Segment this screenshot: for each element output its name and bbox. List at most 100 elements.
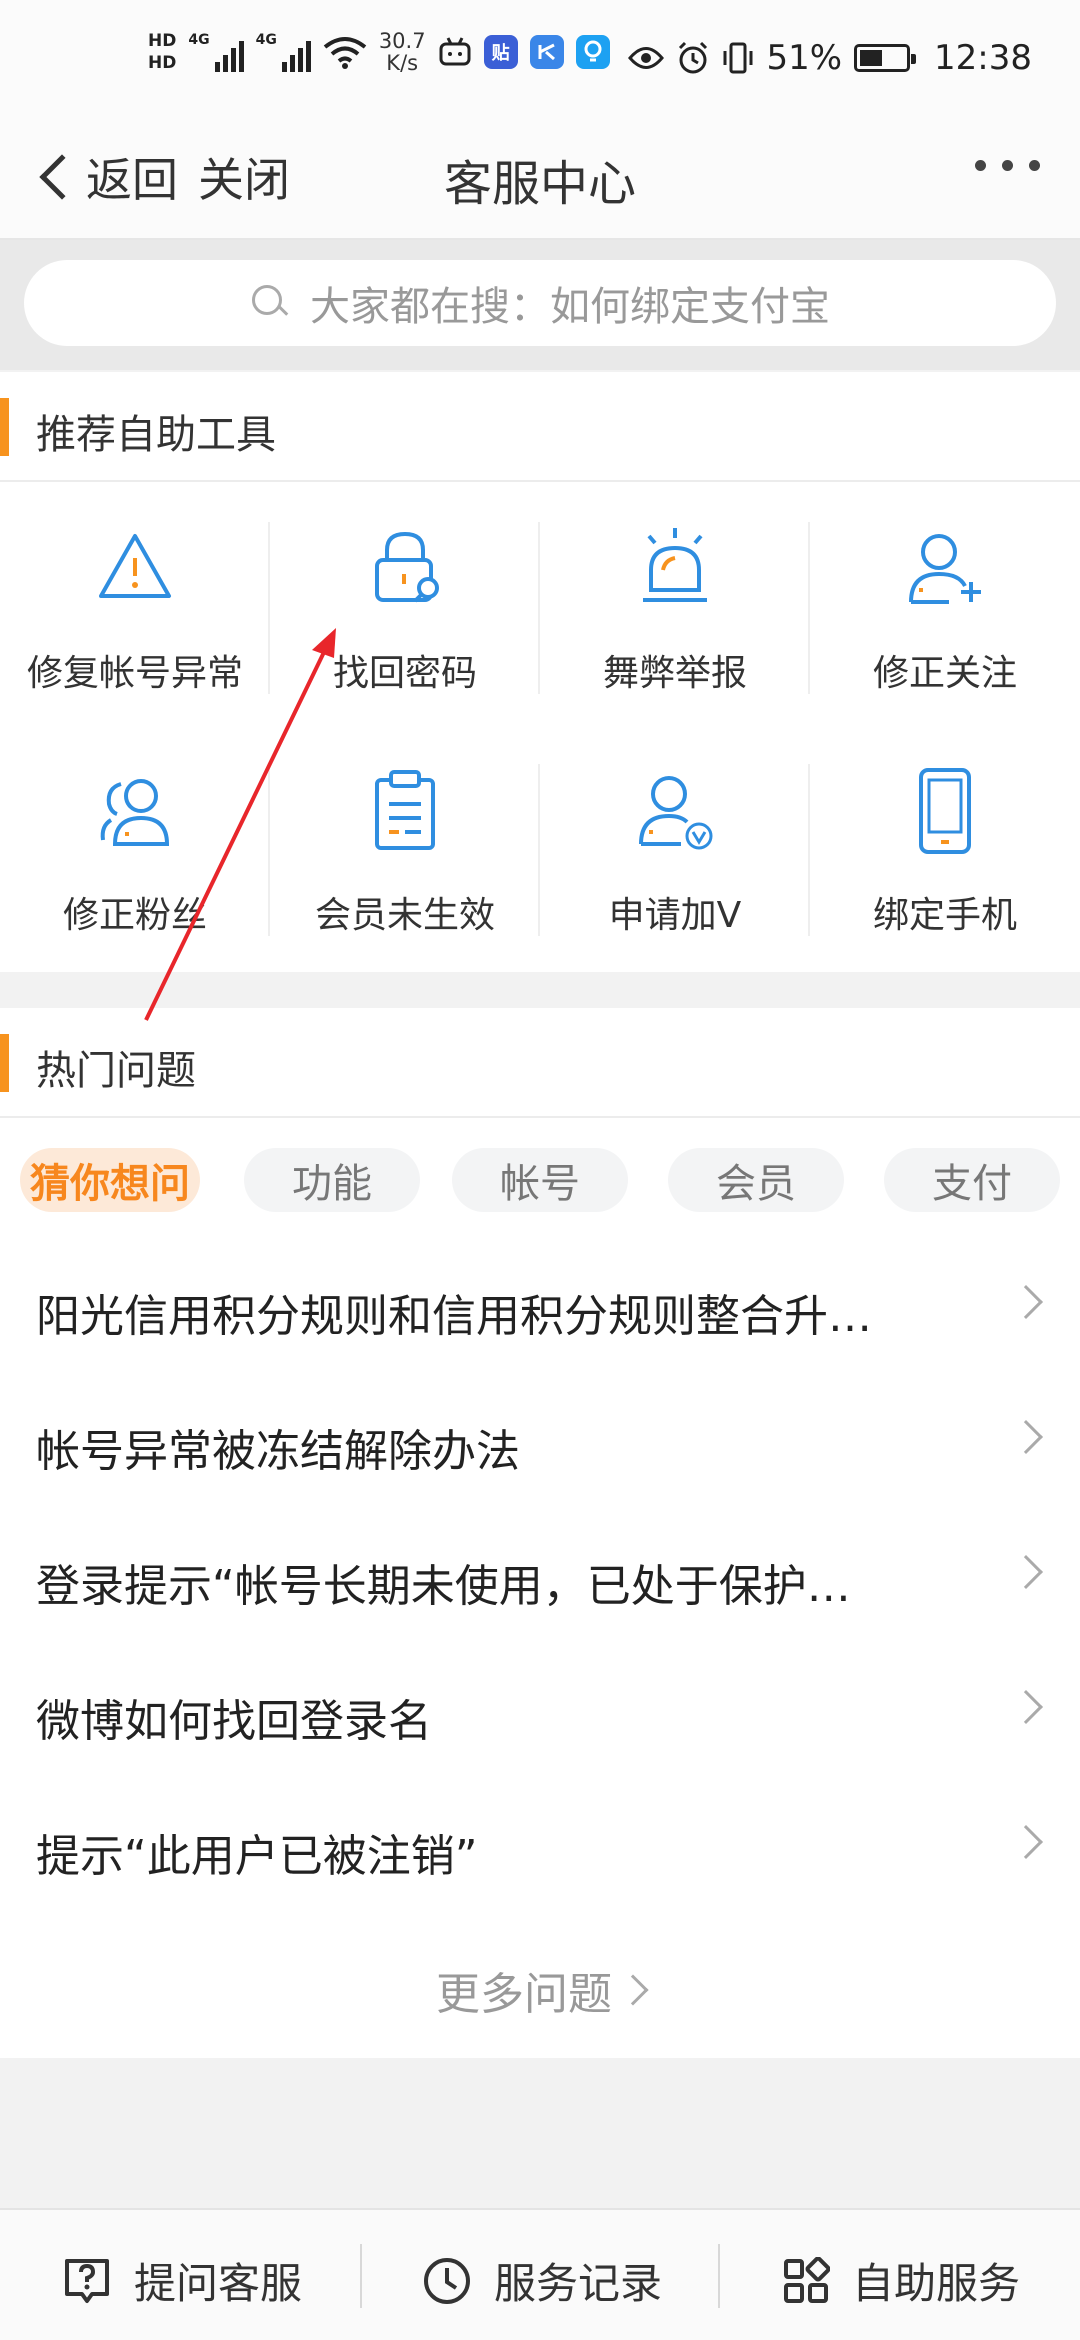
more-dot-icon bbox=[1029, 160, 1040, 171]
question-item[interactable]: 微博如何找回登录名 bbox=[0, 1647, 1080, 1783]
tool-bind-phone[interactable]: 绑定手机 bbox=[810, 744, 1080, 964]
tool-label: 修复帐号异常 bbox=[26, 653, 243, 694]
chevron-right-icon bbox=[1009, 1825, 1043, 1859]
chevron-right-icon bbox=[617, 1974, 649, 2006]
tab-guess[interactable]: 猜你想问 bbox=[20, 1148, 200, 1212]
bottom-tab-bar: 提问客服 服务记录 自助服务 bbox=[0, 2208, 1080, 2340]
user-add-icon bbox=[909, 534, 981, 604]
tab-payment[interactable]: 支付 bbox=[884, 1148, 1060, 1212]
more-dot-icon bbox=[1002, 160, 1013, 171]
chevron-right-icon bbox=[1009, 1690, 1043, 1724]
tool-label: 舞弊举报 bbox=[602, 653, 747, 694]
question-bubble-icon bbox=[65, 2258, 109, 2303]
service-records-button[interactable]: 服务记录 bbox=[422, 2250, 662, 2311]
divider bbox=[718, 2244, 720, 2308]
chevron-right-icon bbox=[1009, 1420, 1043, 1454]
more-questions-link[interactable]: 更多问题 bbox=[0, 1958, 1080, 2022]
tool-label: 修正关注 bbox=[872, 653, 1017, 694]
clock-time: 12:38 bbox=[934, 38, 1032, 78]
speed-unit: K/s bbox=[386, 51, 419, 75]
tab-membership[interactable]: 会员 bbox=[668, 1148, 844, 1212]
divider bbox=[360, 2244, 362, 2308]
section-gap bbox=[0, 972, 1080, 1006]
clipboard-icon bbox=[375, 770, 435, 850]
nav-bar: 返回 关闭 客服中心 bbox=[0, 116, 1080, 240]
service-records-label: 服务记录 bbox=[494, 2259, 663, 2308]
page-title: 客服中心 bbox=[443, 156, 636, 212]
self-service-button[interactable]: 自助服务 bbox=[782, 2250, 1020, 2311]
tool-membership-not-active[interactable]: 会员未生效 bbox=[270, 744, 540, 964]
tool-label: 找回密码 bbox=[332, 653, 477, 694]
question-item[interactable]: 帐号异常被冻结解除办法 bbox=[0, 1377, 1080, 1513]
eye-icon bbox=[628, 47, 665, 69]
tool-label: 申请加V bbox=[608, 895, 742, 936]
tool-fix-account[interactable]: 修复帐号异常 bbox=[0, 502, 270, 722]
clock-icon bbox=[424, 2257, 470, 2304]
signal-2-icon: 4G bbox=[256, 32, 311, 72]
user-verified-icon bbox=[639, 776, 713, 850]
question-text: 帐号异常被冻结解除办法 bbox=[36, 1426, 520, 1477]
users-icon bbox=[100, 779, 170, 846]
tab-function[interactable]: 功能 bbox=[244, 1148, 420, 1212]
question-text: 登录提示“帐号长期未使用，已处于保护… bbox=[36, 1561, 851, 1612]
tool-fix-fans[interactable]: 修正粉丝 bbox=[0, 744, 270, 964]
more-options-button[interactable] bbox=[975, 160, 1040, 171]
battery-icon bbox=[854, 44, 917, 72]
hd-indicators: HD HD bbox=[148, 32, 176, 72]
ask-support-label: 提问客服 bbox=[134, 2259, 303, 2308]
question-text: 阳光信用积分规则和信用积分规则整合升… bbox=[36, 1291, 872, 1342]
bilibili-icon bbox=[439, 37, 471, 66]
search-placeholder: 大家都在搜：如何绑定支付宝 bbox=[310, 284, 830, 330]
network-type-1: 4G bbox=[188, 32, 210, 48]
question-item[interactable]: 提示“此用户已被注销” bbox=[0, 1782, 1080, 1918]
more-questions-label: 更多问题 bbox=[436, 1969, 612, 2020]
question-list: 阳光信用积分规则和信用积分规则整合升… 帐号异常被冻结解除办法 登录提示“帐号长… bbox=[0, 1242, 1080, 2058]
question-text: 微博如何找回登录名 bbox=[36, 1696, 432, 1747]
tool-label: 绑定手机 bbox=[872, 895, 1017, 936]
self-service-label: 自助服务 bbox=[852, 2259, 1021, 2308]
hot-section-header: 热门问题 bbox=[0, 1008, 1080, 1118]
tab-account[interactable]: 帐号 bbox=[452, 1148, 628, 1212]
tools-grid: 修复帐号异常 找回密码 舞弊举报 修正关注 修正粉丝 会员未生效 申请加V 绑定… bbox=[0, 482, 1080, 972]
network-type-2: 4G bbox=[255, 32, 277, 48]
wifi-icon bbox=[323, 37, 367, 69]
section-accent-bar bbox=[0, 398, 9, 456]
hd-indicator-2: HD bbox=[148, 53, 177, 73]
section-accent-bar bbox=[0, 1034, 9, 1092]
chevron-right-icon bbox=[1009, 1555, 1043, 1589]
ask-support-button[interactable]: 提问客服 bbox=[62, 2250, 302, 2311]
status-left-group: HD HD 4G 4G 30.7 K/s 贴 bbox=[148, 30, 610, 74]
alarm-icon bbox=[679, 41, 708, 74]
search-area: 大家都在搜：如何绑定支付宝 bbox=[0, 240, 1080, 370]
more-dot-icon bbox=[975, 160, 986, 171]
question-item[interactable]: 登录提示“帐号长期未使用，已处于保护… bbox=[0, 1512, 1080, 1648]
speed-value: 30.7 bbox=[378, 29, 426, 53]
alarm-siren-icon bbox=[643, 528, 707, 602]
chevron-right-icon bbox=[1009, 1285, 1043, 1319]
tools-section-header: 推荐自助工具 bbox=[0, 372, 1080, 482]
tool-fix-following[interactable]: 修正关注 bbox=[810, 502, 1080, 722]
question-text: 提示“此用户已被注销” bbox=[36, 1831, 478, 1882]
question-item[interactable]: 阳光信用积分规则和信用积分规则整合升… bbox=[0, 1242, 1080, 1378]
bulb-app-icon bbox=[575, 35, 610, 69]
search-icon bbox=[250, 283, 290, 323]
tool-label: 修正粉丝 bbox=[62, 895, 207, 936]
vibrate-icon bbox=[723, 42, 753, 74]
app-notification-icon bbox=[529, 35, 564, 69]
network-speed: 30.7 K/s bbox=[379, 30, 426, 74]
signal-1-icon: 4G bbox=[188, 32, 244, 72]
lock-search-icon bbox=[375, 531, 439, 603]
tool-fraud-report[interactable]: 舞弊举报 bbox=[540, 502, 810, 722]
battery-percent: 51% bbox=[766, 38, 843, 78]
grid-apps-icon bbox=[784, 2256, 830, 2303]
status-bar: HD HD 4G 4G 30.7 K/s 贴 51% 12:38 bbox=[0, 0, 1080, 116]
tieba-app-icon: 贴 bbox=[483, 35, 518, 69]
status-right-group: 51% 12:38 bbox=[628, 38, 1032, 78]
tool-label: 会员未生效 bbox=[314, 895, 495, 936]
search-input[interactable]: 大家都在搜：如何绑定支付宝 bbox=[24, 260, 1056, 346]
hot-section-title: 热门问题 bbox=[36, 1048, 196, 1094]
tool-apply-verified[interactable]: 申请加V bbox=[540, 744, 810, 964]
tool-recover-password[interactable]: 找回密码 bbox=[270, 502, 540, 722]
warning-triangle-icon bbox=[99, 534, 171, 598]
hd-indicator-1: HD bbox=[148, 31, 177, 51]
